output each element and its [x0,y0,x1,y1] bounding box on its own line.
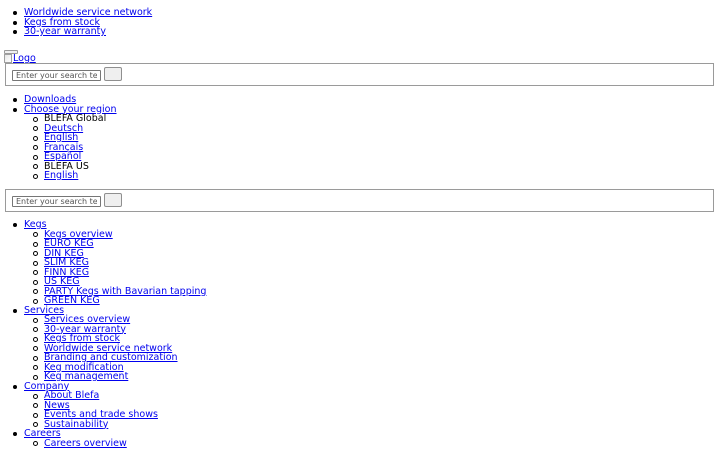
search-submit-button[interactable] [104,67,122,81]
main-nav-item-careers: Careers Careers overview [12,429,206,449]
main-nav-item-kegs: Kegs Kegs overview EURO KEG DIN KEG SLIM… [12,220,206,306]
main-nav-item-company: Company About Blefa News Events and trad… [12,381,206,430]
submenu-item: GREEN KEG [32,296,206,306]
main-nav: Kegs Kegs overview EURO KEG DIN KEG SLIM… [12,220,206,449]
usp-item: 30-year warranty [12,26,152,37]
region-list: BLEFA Global Deutsch English Français Es… [24,114,117,181]
submenu-link[interactable]: Careers overview [44,438,127,449]
meta-nav-item-region: Choose your region BLEFA Global Deutsch … [13,104,117,181]
search-input[interactable] [12,196,101,207]
usp-list: Worldwide service network Kegs from stoc… [12,8,152,37]
submenu-item: Careers overview [32,438,206,449]
search-input[interactable] [12,70,101,81]
usp-link-warranty[interactable]: 30-year warranty [24,26,106,37]
meta-nav: Downloads Choose your region BLEFA Globa… [13,95,117,181]
search-form [5,189,714,212]
submenu-item: Sustainability [32,419,206,430]
main-nav-item-services: Services Services overview 30-year warra… [12,305,206,382]
submenu-services: Services overview 30-year warranty Kegs … [24,315,206,382]
search-submit-button[interactable] [104,193,122,207]
submenu-kegs: Kegs overview EURO KEG DIN KEG SLIM KEG … [24,229,206,306]
logo-image-icon [4,54,12,64]
language-link-english-us[interactable]: English [44,170,78,181]
submenu-careers: Careers overview [24,438,206,449]
submenu-company: About Blefa News Events and trade shows … [24,391,206,429]
search-form [5,63,714,86]
region-language-item: English [33,170,117,181]
